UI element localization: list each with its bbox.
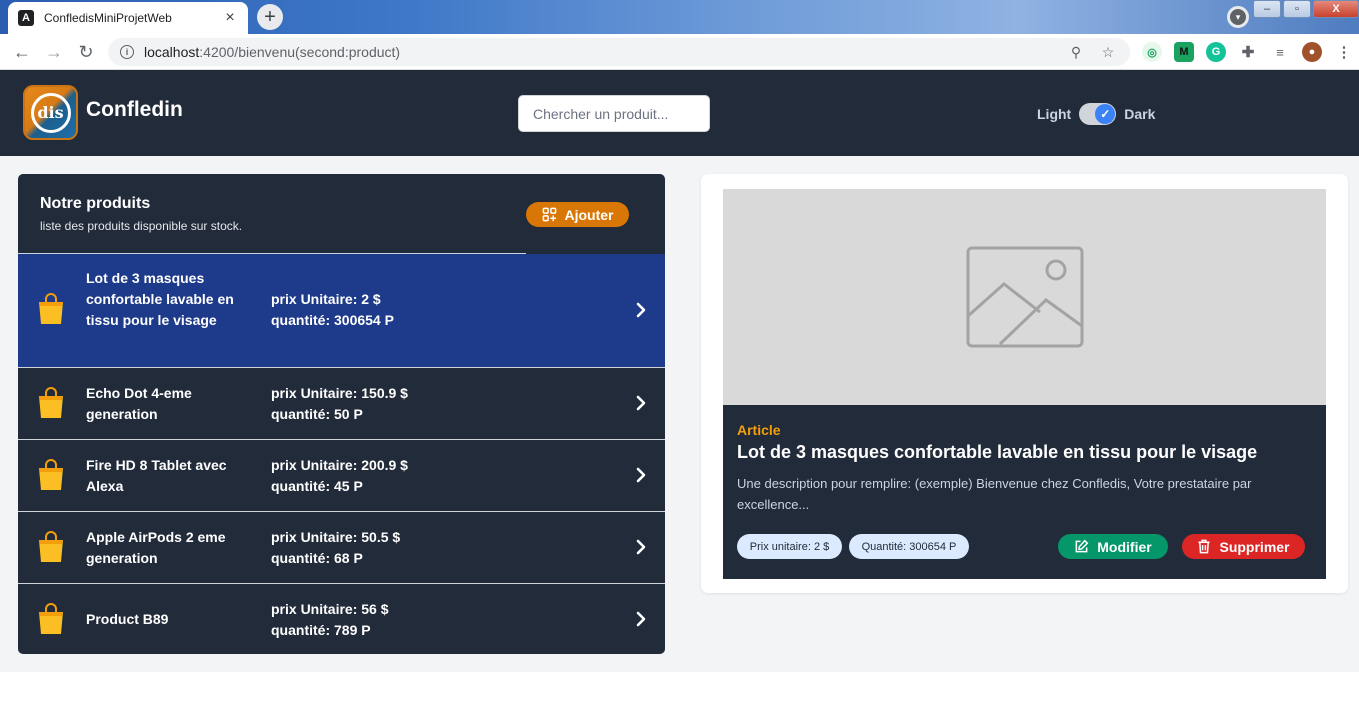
quantity-badge: Quantité: 300654 P bbox=[849, 534, 969, 559]
edit-label: Modifier bbox=[1097, 538, 1152, 555]
product-price: prix Unitaire: 200.9 $ bbox=[271, 457, 408, 473]
delete-label: Supprimer bbox=[1219, 538, 1290, 555]
product-info: prix Unitaire: 50.5 $ quantité: 68 P bbox=[271, 527, 400, 569]
menu-icon[interactable]: ⋮ bbox=[1334, 42, 1354, 62]
new-tab-button[interactable]: + bbox=[257, 4, 283, 30]
list-subtitle: liste des produits disponible sur stock. bbox=[40, 219, 243, 233]
media-icon[interactable]: ≡ bbox=[1270, 42, 1290, 62]
reload-icon[interactable]: ↻ bbox=[74, 40, 98, 64]
trash-icon bbox=[1198, 539, 1211, 554]
theme-light-label: Light bbox=[1037, 106, 1072, 122]
product-name: Fire HD 8 Tablet avec Alexa bbox=[86, 457, 227, 494]
product-image-placeholder bbox=[723, 189, 1326, 405]
browser-tab[interactable]: A ConfledisMiniProjetWeb × bbox=[8, 2, 248, 34]
puzzle-icon[interactable]: ✚ bbox=[1238, 42, 1258, 62]
info-icon[interactable]: i bbox=[120, 45, 134, 59]
shopping-bag-icon bbox=[39, 531, 63, 562]
check-icon: ✓ bbox=[1095, 104, 1116, 124]
shopping-bag-icon bbox=[39, 459, 63, 490]
logo: dis bbox=[23, 85, 78, 140]
tab-search-icon[interactable]: ▾ bbox=[1227, 6, 1249, 28]
list-title: Notre produits bbox=[40, 195, 151, 212]
product-quantity: quantité: 50 P bbox=[271, 406, 363, 422]
price-badge: Prix unitaire: 2 $ bbox=[737, 534, 842, 559]
add-product-label: Ajouter bbox=[564, 206, 614, 223]
url-omnibox[interactable]: i localhost:4200/bienvenu(second:product… bbox=[108, 38, 1130, 66]
product-name: Lot de 3 masques confortable lavable en … bbox=[86, 270, 234, 328]
product-list-header: Notre produits liste des produits dispon… bbox=[18, 174, 665, 254]
list-item[interactable]: Echo Dot 4-eme generation prix Unitaire:… bbox=[18, 367, 665, 439]
window-controls: – ▫ X bbox=[1251, 0, 1359, 18]
app-header: dis Confledin Light ✓ Dark bbox=[0, 70, 1359, 156]
product-info: prix Unitaire: 150.9 $ quantité: 50 P bbox=[271, 383, 408, 425]
chevron-right-icon[interactable] bbox=[632, 466, 650, 484]
list-item[interactable]: Fire HD 8 Tablet avec Alexa prix Unitair… bbox=[18, 439, 665, 511]
list-item[interactable]: Lot de 3 masques confortable lavable en … bbox=[18, 254, 665, 367]
main-content: Notre produits liste des produits dispon… bbox=[0, 156, 1359, 672]
extension-m-icon[interactable]: M bbox=[1174, 42, 1194, 62]
address-bar: ← → ↻ i localhost:4200/bienvenu(second:p… bbox=[0, 34, 1359, 70]
edit-product-button[interactable]: Modifier bbox=[1058, 534, 1168, 559]
product-info: prix Unitaire: 200.9 $ quantité: 45 P bbox=[271, 455, 408, 497]
product-price: prix Unitaire: 2 $ bbox=[271, 291, 381, 307]
product-detail-card: Article Lot de 3 masques confortable lav… bbox=[701, 174, 1348, 593]
brand-name: Confledin bbox=[86, 98, 183, 121]
product-quantity: quantité: 789 P bbox=[271, 622, 371, 638]
avatar[interactable]: ● bbox=[1302, 42, 1322, 62]
grammarly-icon[interactable]: G bbox=[1206, 42, 1226, 62]
tab-title: ConfledisMiniProjetWeb bbox=[44, 11, 172, 25]
chevron-right-icon[interactable] bbox=[632, 301, 650, 319]
product-info: prix Unitaire: 2 $ quantité: 300654 P bbox=[271, 289, 394, 331]
product-quantity: quantité: 300654 P bbox=[271, 312, 394, 328]
chevron-right-icon[interactable] bbox=[632, 610, 650, 628]
product-name: Echo Dot 4-eme generation bbox=[86, 385, 192, 422]
back-icon[interactable]: ← bbox=[10, 40, 34, 64]
product-list-card: Notre produits liste des produits dispon… bbox=[18, 174, 665, 654]
chevron-right-icon[interactable] bbox=[632, 394, 650, 412]
edit-icon bbox=[1075, 539, 1089, 553]
search-input[interactable] bbox=[518, 95, 710, 132]
product-quantity: quantité: 68 P bbox=[271, 550, 363, 566]
extension-ring-icon[interactable]: ◎ bbox=[1142, 42, 1162, 62]
product-price: prix Unitaire: 50.5 $ bbox=[271, 529, 401, 545]
product-detail-body: Article Lot de 3 masques confortable lav… bbox=[723, 405, 1326, 579]
close-icon[interactable]: × bbox=[222, 9, 238, 27]
star-icon[interactable]: ☆ bbox=[1098, 44, 1118, 61]
maximize-button[interactable]: ▫ bbox=[1283, 0, 1311, 18]
product-name: Product B89 bbox=[86, 611, 169, 627]
add-product-button[interactable]: Ajouter bbox=[526, 202, 629, 227]
product-list: Lot de 3 masques confortable lavable en … bbox=[18, 254, 665, 654]
logo-mark: dis bbox=[30, 92, 71, 133]
window-close-button[interactable]: X bbox=[1313, 0, 1359, 18]
image-placeholder-icon bbox=[966, 246, 1083, 348]
product-price: prix Unitaire: 150.9 $ bbox=[271, 385, 408, 401]
minimize-button[interactable]: – bbox=[1253, 0, 1281, 18]
browser-tab-strip: A ConfledisMiniProjetWeb × + ▾ – ▫ X bbox=[0, 0, 1359, 34]
url-text[interactable]: localhost:4200/bienvenu(second:product) bbox=[144, 44, 1054, 60]
add-grid-icon bbox=[542, 207, 556, 222]
product-info: prix Unitaire: 56 $ quantité: 789 P bbox=[271, 599, 389, 641]
delete-product-button[interactable]: Supprimer bbox=[1182, 534, 1305, 559]
theme-switch: Light ✓ Dark bbox=[1037, 103, 1155, 125]
product-title: Lot de 3 masques confortable lavable en … bbox=[737, 442, 1258, 462]
list-item[interactable]: Apple AirPods 2 eme generation prix Unit… bbox=[18, 511, 665, 583]
product-category: Article bbox=[737, 422, 781, 438]
shopping-bag-icon bbox=[39, 387, 63, 418]
product-quantity: quantité: 45 P bbox=[271, 478, 363, 494]
product-name: Apple AirPods 2 eme generation bbox=[86, 529, 226, 566]
shopping-bag-icon bbox=[39, 603, 63, 634]
list-item[interactable]: Product B89 prix Unitaire: 56 $ quantité… bbox=[18, 583, 665, 654]
product-price: prix Unitaire: 56 $ bbox=[271, 601, 389, 617]
chevron-right-icon[interactable] bbox=[632, 538, 650, 556]
zoom-icon[interactable]: ⚲ bbox=[1066, 44, 1086, 61]
theme-toggle[interactable]: ✓ bbox=[1079, 103, 1117, 125]
theme-dark-label: Dark bbox=[1124, 106, 1156, 122]
forward-icon[interactable]: → bbox=[42, 40, 66, 64]
product-description: Une description pour remplire: (exemple)… bbox=[737, 476, 1252, 512]
shopping-bag-icon bbox=[39, 293, 63, 324]
angular-icon: A bbox=[18, 10, 34, 26]
